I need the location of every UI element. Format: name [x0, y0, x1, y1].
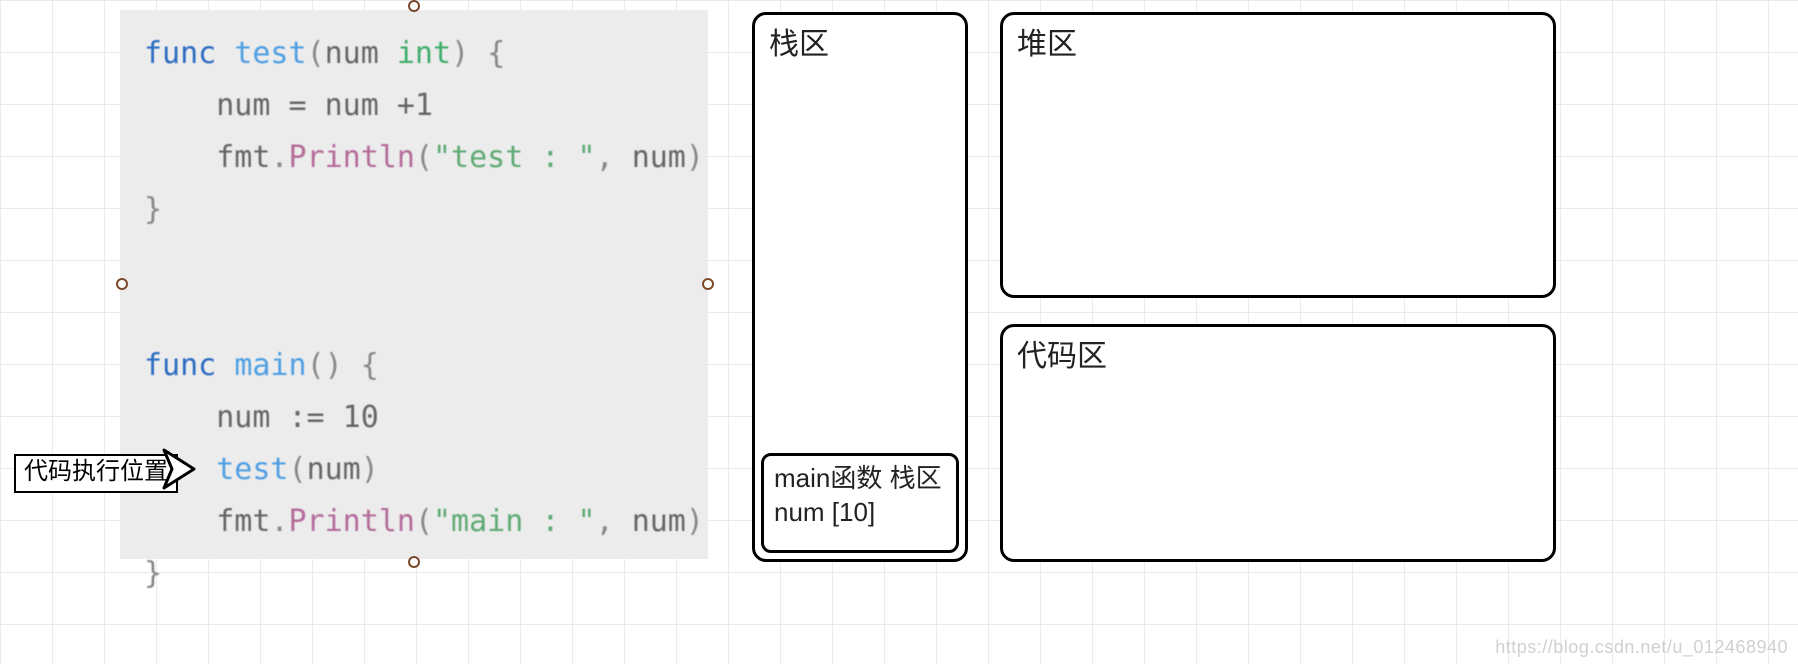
println-fn: Println: [289, 140, 415, 175]
main-decl: num := 10: [216, 400, 379, 435]
stack-region-title: 栈区: [769, 19, 829, 63]
heap-region-title: 堆区: [1017, 19, 1077, 63]
arg-num: num: [632, 140, 686, 175]
code-region-title: 代码区: [1017, 331, 1107, 375]
code-region: 代码区: [1000, 324, 1556, 562]
keyword-func: func: [144, 36, 216, 71]
fmt-obj-main: fmt: [216, 504, 270, 539]
assign-line: num = num +1: [216, 88, 433, 123]
param-num: num: [325, 36, 379, 71]
type-int: int: [397, 36, 451, 71]
fn-main: main: [234, 348, 306, 383]
string-test: "test : ": [433, 140, 596, 175]
main-call-arg: num: [307, 452, 361, 487]
keyword-func-main: func: [144, 348, 216, 383]
main-call-test: test: [216, 452, 288, 487]
diagram-canvas: func test(num int) { num = num +1 fmt.Pr…: [0, 0, 1798, 664]
handle-top[interactable]: [408, 0, 420, 12]
arrow-label-text: 代码执行位置: [24, 458, 168, 485]
handle-left[interactable]: [116, 278, 128, 290]
stack-frame-line1: main函数 栈区: [774, 462, 946, 496]
handle-bottom[interactable]: [408, 556, 420, 568]
string-main: "main : ": [433, 504, 596, 539]
stack-region: 栈区 main函数 栈区 num [10]: [752, 12, 968, 562]
code-text: func test(num int) { num = num +1 fmt.Pr…: [144, 28, 698, 600]
handle-right[interactable]: [702, 278, 714, 290]
heap-region: 堆区: [1000, 12, 1556, 298]
fmt-obj: fmt: [216, 140, 270, 175]
stack-frame-line2: num [10]: [774, 496, 946, 530]
code-block: func test(num int) { num = num +1 fmt.Pr…: [120, 10, 708, 559]
arrow-icon: [162, 444, 202, 494]
println-fn-main: Println: [289, 504, 415, 539]
watermark-text: https://blog.csdn.net/u_012468940: [1495, 637, 1788, 658]
fn-test: test: [234, 36, 306, 71]
arrow-label: 代码执行位置: [14, 454, 178, 493]
stack-frame-main: main函数 栈区 num [10]: [761, 453, 959, 553]
arg-num-main: num: [632, 504, 686, 539]
